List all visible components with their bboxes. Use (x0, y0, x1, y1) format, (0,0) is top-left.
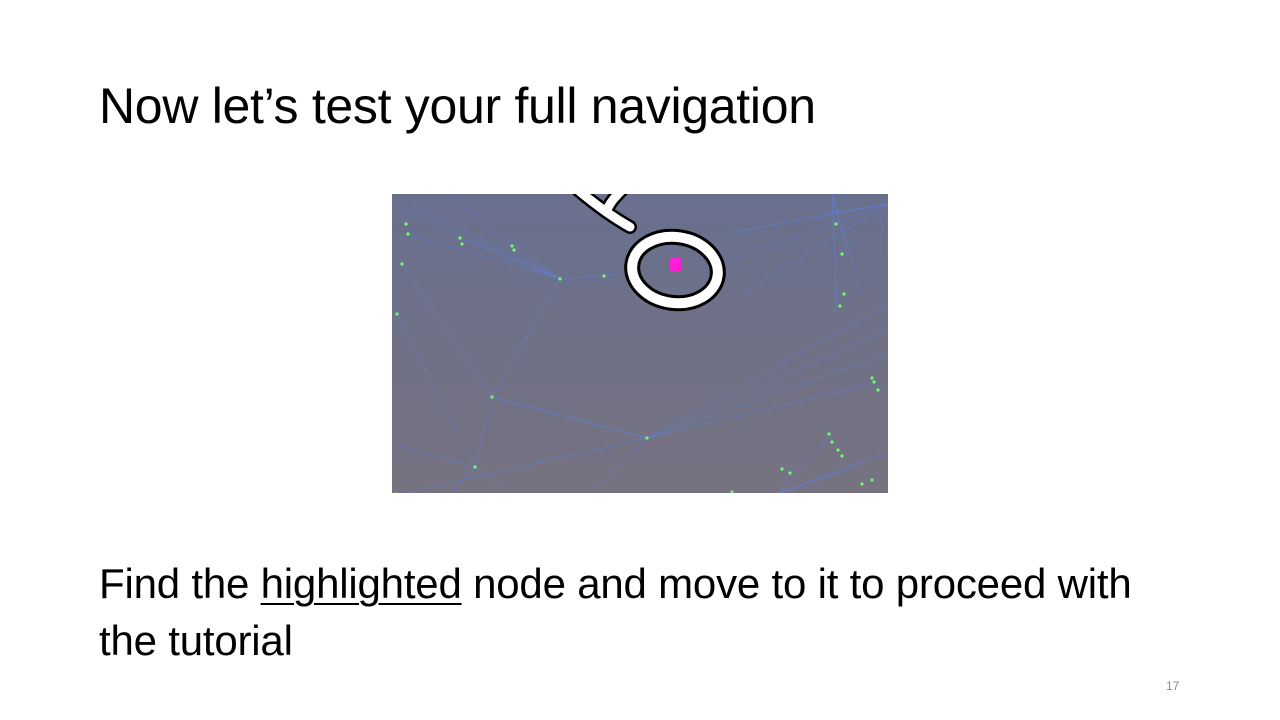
graph-node-5 (404, 222, 408, 226)
graph-node-17 (876, 388, 880, 392)
graph-node-16 (872, 380, 876, 384)
graph-node-28 (395, 312, 399, 316)
slide-title: Now let’s test your full navigation (99, 78, 816, 134)
graph-node-21 (836, 448, 840, 452)
graph-node-24 (788, 471, 792, 475)
graph-node-15 (838, 304, 842, 308)
graph-node-12 (834, 222, 838, 226)
instruction-text: Find the highlighted node and move to it… (99, 555, 1199, 669)
graph-node-2 (473, 465, 477, 469)
highlighted-node[interactable] (670, 258, 681, 271)
graph-canvas (392, 194, 888, 493)
graph-node-1 (645, 436, 649, 440)
graph-node-0 (558, 277, 562, 281)
graph-node-4 (400, 262, 404, 266)
graph-node-3 (490, 395, 494, 399)
graph-node-13 (840, 252, 844, 256)
graph-node-18 (870, 376, 874, 380)
graph-node-11 (602, 274, 606, 278)
slide-number: 17 (1166, 679, 1180, 693)
graph-node-10 (512, 248, 516, 252)
graph-node-7 (458, 236, 462, 240)
graph-node-22 (840, 454, 844, 458)
instruction-text-start: Find the (99, 560, 261, 607)
graph-node-25 (860, 482, 864, 486)
graph-node-19 (827, 432, 831, 436)
highlighted-word: highlighted (260, 560, 462, 607)
graph-view[interactable] (392, 194, 888, 493)
graph-node-23 (780, 467, 784, 471)
graph-node-6 (406, 232, 410, 236)
graph-node-9 (510, 244, 514, 248)
graph-node-20 (830, 440, 834, 444)
graph-node-26 (870, 478, 874, 482)
graph-node-14 (842, 292, 846, 296)
graph-node-8 (460, 242, 464, 246)
